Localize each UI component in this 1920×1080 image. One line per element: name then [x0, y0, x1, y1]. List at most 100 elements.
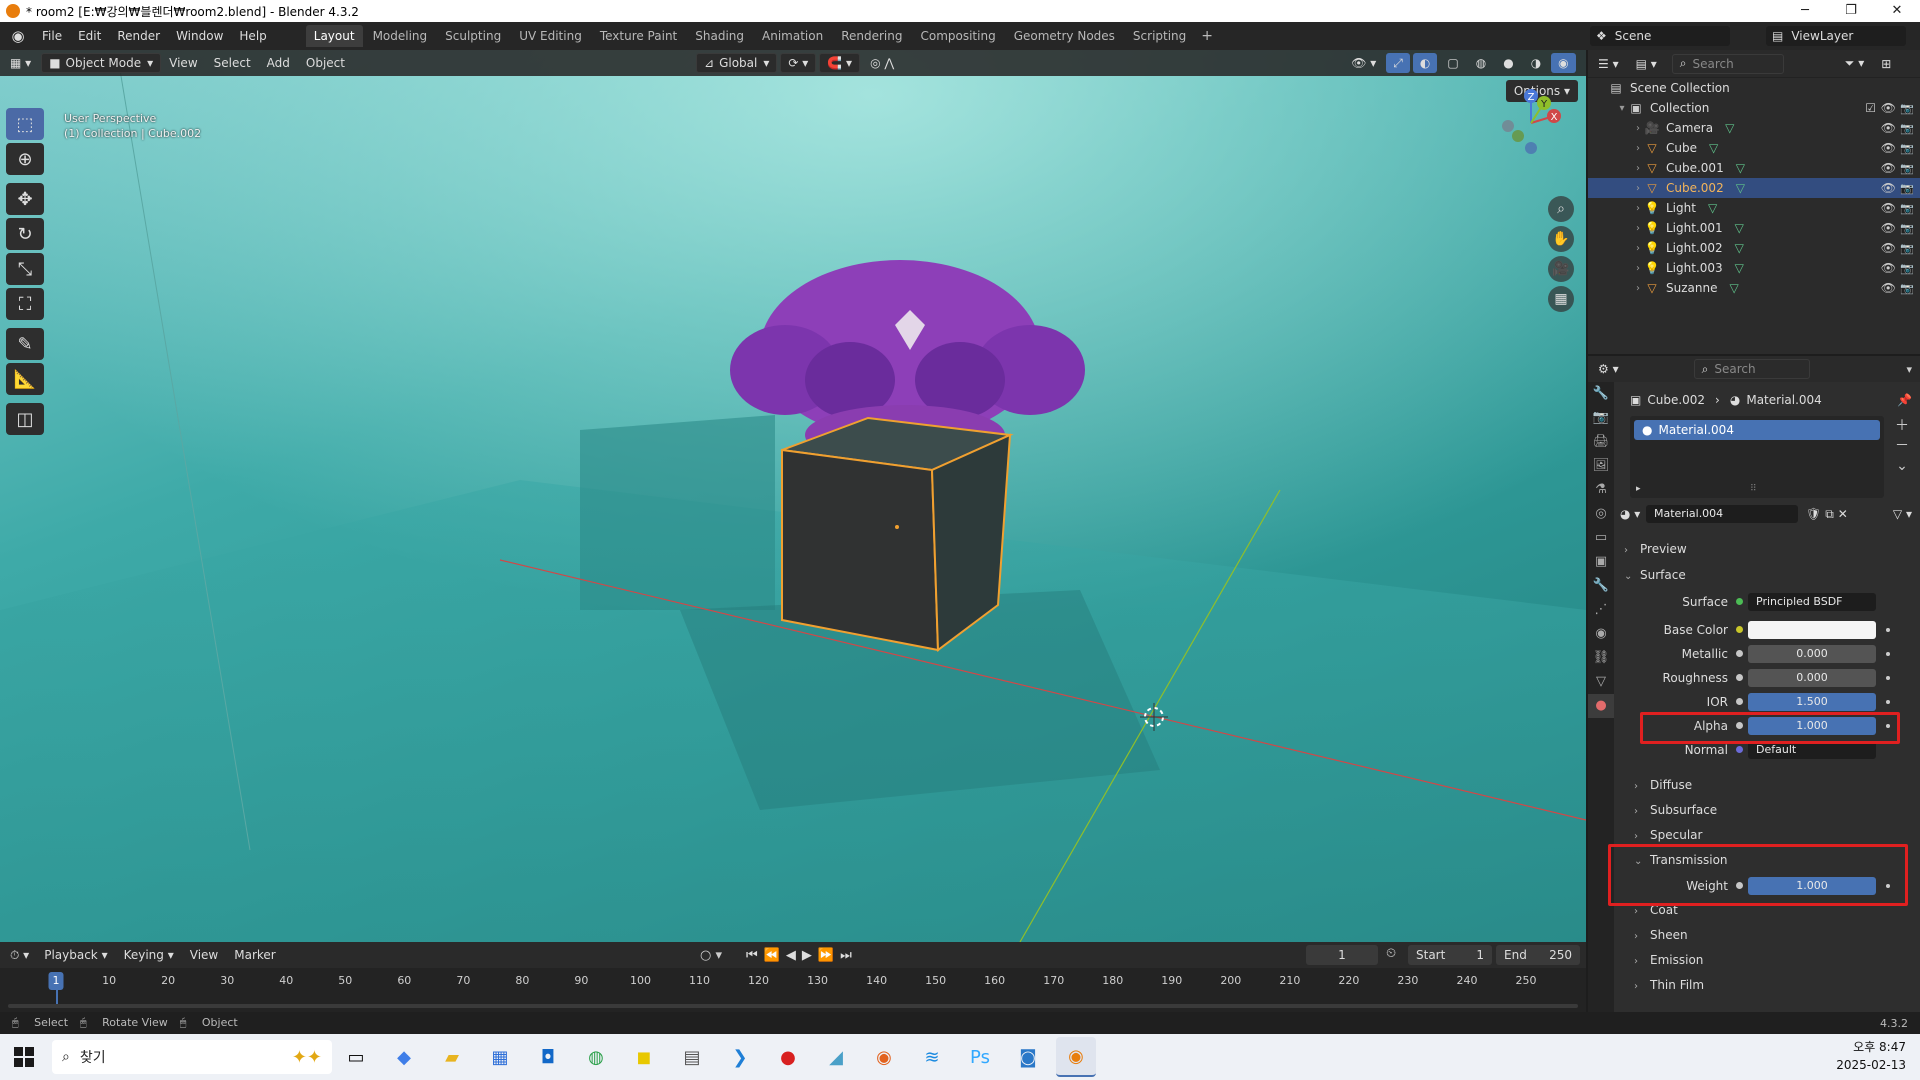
notes-icon[interactable]: ◢ — [816, 1037, 856, 1077]
roughness-field[interactable]: 0.000 — [1748, 669, 1876, 687]
material-slot-list[interactable]: ● Material.004 ▸ ⠿ — [1630, 416, 1884, 498]
camera-restrict-icon[interactable]: 📷 — [1900, 222, 1914, 235]
output-tab-icon[interactable]: 🖨 — [1588, 430, 1614, 454]
tab-compositing[interactable]: Compositing — [912, 25, 1003, 47]
tab-layout[interactable]: Layout — [305, 25, 363, 47]
recorder-icon[interactable]: ● — [768, 1037, 808, 1077]
camera-restrict-icon[interactable]: 📷 — [1900, 182, 1914, 195]
pin-icon[interactable]: 📌 — [1897, 393, 1912, 407]
menu-help[interactable]: Help — [231, 22, 274, 50]
transform-orientation-dropdown[interactable]: ⊿ Global ▾ — [696, 53, 778, 73]
select-box-tool-icon[interactable]: ⬚ — [6, 108, 44, 140]
selected-cube[interactable] — [781, 416, 1014, 652]
rotate-tool-icon[interactable]: ↻ — [6, 218, 44, 250]
menu-file[interactable]: File — [34, 22, 70, 50]
visibility-icon[interactable]: 👁 ▾ — [1344, 53, 1383, 73]
tab-shading[interactable]: Shading — [687, 25, 752, 47]
world-tab-icon[interactable]: ◎ — [1588, 502, 1614, 526]
filter-icon[interactable]: ⏷ ▾ — [1838, 54, 1871, 74]
eye-icon[interactable]: 👁 — [1881, 221, 1896, 235]
timeline-menu-view[interactable]: View — [182, 948, 226, 962]
editor-type-button[interactable]: ▦ ▾ — [3, 53, 38, 73]
minimize-button[interactable]: ─ — [1782, 0, 1828, 22]
eye-icon[interactable]: 👁 — [1881, 181, 1896, 195]
pivot-point-dropdown[interactable]: ⟳ ▾ — [780, 53, 817, 73]
transform-tool-icon[interactable]: ⛶ — [6, 288, 44, 320]
outliner-row[interactable]: › 💡 Light.003 ▽ 👁 📷 — [1588, 258, 1920, 278]
eye-icon[interactable]: 👁 — [1881, 121, 1896, 135]
ior-field[interactable]: 1.500 — [1748, 693, 1876, 711]
tab-scripting[interactable]: Scripting — [1125, 25, 1194, 47]
app-blue-icon[interactable]: ≋ — [912, 1037, 952, 1077]
tab-geometry-nodes[interactable]: Geometry Nodes — [1006, 25, 1123, 47]
material-browse-icon[interactable]: ◕ ▾ — [1620, 507, 1640, 521]
tab-modeling[interactable]: Modeling — [365, 25, 436, 47]
properties-editor-type-icon[interactable]: ⚙ ▾ — [1591, 359, 1626, 379]
camera-restrict-icon[interactable]: 📷 — [1900, 202, 1914, 215]
viewport-menu-view[interactable]: View — [161, 56, 205, 70]
camera-restrict-icon[interactable]: 📷 — [1900, 242, 1914, 255]
outliner-row[interactable]: › 🎥 Camera ▽ 👁 📷 — [1588, 118, 1920, 138]
add-workspace-button[interactable]: + — [1195, 28, 1219, 44]
checkbox-icon[interactable]: ☑ — [1865, 101, 1876, 115]
chevron-right-icon[interactable]: › — [1632, 263, 1644, 274]
3d-viewport[interactable]: ▦ ▾ ■ Object Mode ▾ View Select Add Obje… — [0, 50, 1586, 942]
chevron-right-icon[interactable]: › — [1632, 183, 1644, 194]
thin-film-section[interactable]: › Thin Film — [1634, 978, 1704, 992]
chevron-right-icon[interactable]: › — [1632, 203, 1644, 214]
collection-row[interactable]: ▾ ▣ Collection ☑ 👁 📷 — [1588, 98, 1920, 118]
data-tab-icon[interactable]: ▽ — [1588, 670, 1614, 694]
view-layer-tab-icon[interactable]: 🖼 — [1588, 454, 1614, 478]
render-tab-icon[interactable]: 📷 — [1588, 406, 1614, 430]
subsurface-section[interactable]: › Subsurface — [1634, 803, 1717, 817]
zoom-icon[interactable]: ⌕ — [1548, 196, 1574, 222]
timeline-menu-playback[interactable]: Playback ▾ — [36, 948, 115, 962]
collection-tab-icon[interactable]: ▭ — [1588, 526, 1614, 550]
preview-section[interactable]: › Preview — [1624, 542, 1687, 556]
pan-hand-icon[interactable]: ✋ — [1548, 226, 1574, 252]
remove-slot-icon[interactable]: － — [1892, 436, 1912, 456]
outlook-icon[interactable]: ◘ — [528, 1037, 568, 1077]
particles-tab-icon[interactable]: ⋰ — [1588, 598, 1614, 622]
close-button[interactable]: ✕ — [1874, 0, 1920, 22]
app-window-icon[interactable]: ◙ — [1008, 1037, 1048, 1077]
tab-sculpting[interactable]: Sculpting — [437, 25, 509, 47]
rendered-shading-icon[interactable]: ◉ — [1551, 53, 1576, 73]
material-shading-icon[interactable]: ◑ — [1524, 53, 1548, 73]
firefox-icon[interactable]: ◉ — [864, 1037, 904, 1077]
record-icon[interactable]: ○ ▾ — [700, 948, 722, 963]
timeline-editor-type-icon[interactable]: ⏱ ▾ — [3, 945, 36, 965]
keyframe-icon[interactable] — [1886, 628, 1890, 632]
end-frame-field[interactable]: End 250 — [1496, 945, 1580, 965]
eye-icon[interactable]: 👁 — [1881, 141, 1896, 155]
tool-tab-icon[interactable]: 🔧 — [1588, 382, 1614, 406]
proportional-editing-toggle[interactable]: ◎ ⋀ — [863, 53, 901, 73]
annotate-tool-icon[interactable]: ✎ — [6, 328, 44, 360]
eye-icon[interactable]: 👁 — [1881, 241, 1896, 255]
constraints-tab-icon[interactable]: ⛓ — [1588, 646, 1614, 670]
menu-render[interactable]: Render — [109, 22, 168, 50]
modifier-tab-icon[interactable]: 🔧 — [1588, 574, 1614, 598]
taskbar-search-input[interactable]: ⌕ 찾기 ✦✦ — [52, 1040, 332, 1074]
wireframe-shading-icon[interactable]: ◍ — [1469, 53, 1493, 73]
viewlayer-selector[interactable]: ▤ ViewLayer — [1766, 26, 1906, 46]
camera-restrict-icon[interactable]: 📷 — [1900, 122, 1914, 135]
physics-tab-icon[interactable]: ◉ — [1588, 622, 1614, 646]
tab-rendering[interactable]: Rendering — [833, 25, 910, 47]
scene-selector[interactable]: ❖ Scene — [1590, 26, 1730, 46]
diffuse-section[interactable]: › Diffuse — [1634, 778, 1692, 792]
new-collection-icon[interactable]: ⊞ — [1874, 54, 1898, 74]
current-frame-field[interactable]: 1 — [1306, 945, 1378, 965]
overlay-toggle-icon[interactable]: ◐ — [1412, 53, 1438, 73]
eye-icon[interactable]: 👁 — [1881, 101, 1896, 115]
viewport-menu-add[interactable]: Add — [259, 56, 298, 70]
copilot-icon[interactable]: ◆ — [384, 1037, 424, 1077]
outliner-row[interactable]: › ▽ Suzanne ▽ 👁 📷 — [1588, 278, 1920, 298]
scene-collection-row[interactable]: ▤ Scene Collection — [1588, 78, 1920, 98]
camera-restrict-icon[interactable]: 📷 — [1900, 282, 1914, 295]
calculator-icon[interactable]: ▤ — [672, 1037, 712, 1077]
eye-icon[interactable]: 👁 — [1881, 201, 1896, 215]
material-tab-icon[interactable]: ● — [1588, 694, 1614, 718]
playhead-frame[interactable]: 1 — [48, 972, 64, 990]
outliner-editor-type-icon[interactable]: ☰ ▾ — [1591, 54, 1626, 74]
